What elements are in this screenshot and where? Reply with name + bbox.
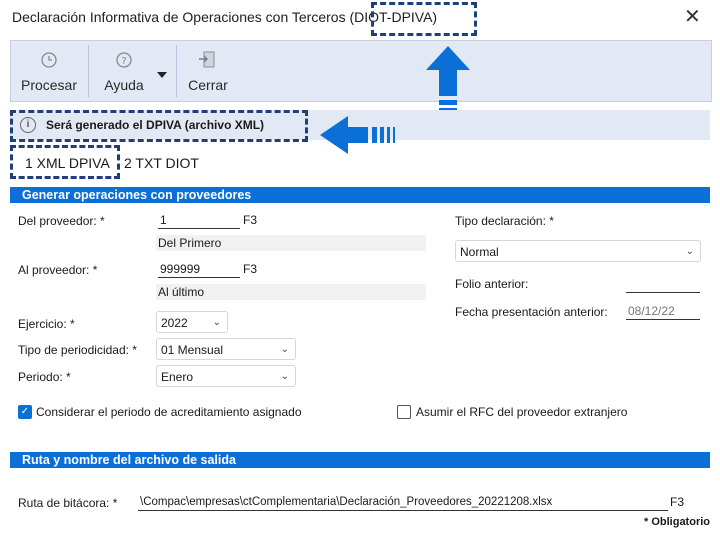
rfc-extranjero-label[interactable]: Asumir el RFC del proveedor extranjero <box>416 405 627 419</box>
close-icon[interactable]: ✕ <box>684 4 701 29</box>
chevron-down-icon: ⌄ <box>685 246 694 257</box>
annotation-highlight-info <box>10 110 308 142</box>
annotation-highlight-title <box>371 2 477 36</box>
tipo-declaracion-select[interactable]: Normal ⌄ <box>455 240 701 262</box>
folio-anterior-input[interactable] <box>626 275 700 293</box>
rfc-extranjero-checkbox[interactable] <box>397 405 411 419</box>
tipo-periodicidad-label: Tipo de periodicidad: * <box>18 343 137 357</box>
acreditamiento-label[interactable]: Considerar el periodo de acreditamiento … <box>36 405 302 419</box>
acreditamiento-checkbox[interactable]: ✓ <box>18 405 32 419</box>
ejercicio-value: 2022 <box>161 316 188 330</box>
toolbar-divider <box>88 45 89 97</box>
ejercicio-label: Ejercicio: * <box>18 317 75 331</box>
tipo-declaracion-value: Normal <box>460 245 499 259</box>
periodo-value: Enero <box>161 370 194 384</box>
ejercicio-select[interactable]: 2022 ⌄ <box>156 311 228 333</box>
chevron-down-icon: ⌄ <box>280 371 289 382</box>
exit-door-icon <box>197 51 219 69</box>
ruta-bitacora-input[interactable]: \Compac\empresas\ctComplementaria\Declar… <box>138 493 668 511</box>
cerrar-button[interactable]: Cerrar <box>179 41 237 101</box>
al-proveedor-f3-button[interactable]: F3 <box>243 262 257 276</box>
al-proveedor-desc: Al último <box>158 285 205 299</box>
ayuda-label: Ayuda <box>104 77 144 93</box>
toolbar: Procesar ? Ayuda Cerrar <box>10 40 712 102</box>
fecha-presentacion-label: Fecha presentación anterior: <box>455 305 608 319</box>
del-proveedor-f3-button[interactable]: F3 <box>243 213 257 227</box>
section-header-ruta: Ruta y nombre del archivo de salida <box>10 452 710 468</box>
ayuda-button[interactable]: ? Ayuda <box>91 41 175 101</box>
procesar-button[interactable]: Procesar <box>11 41 87 101</box>
annotation-highlight-tab <box>10 145 120 179</box>
chevron-down-icon: ⌄ <box>212 317 221 328</box>
periodo-select[interactable]: Enero ⌄ <box>156 365 296 387</box>
svg-text:?: ? <box>121 56 126 67</box>
tab-txt-diot[interactable]: 2 TXT DIOT <box>124 150 199 176</box>
tipo-periodicidad-select[interactable]: 01 Mensual ⌄ <box>156 338 296 360</box>
toolbar-divider <box>176 45 177 97</box>
tipo-declaracion-label: Tipo declaración: * <box>455 214 554 228</box>
del-proveedor-desc: Del Primero <box>158 236 222 250</box>
fecha-presentacion-input[interactable]: 08/12/22 <box>626 302 700 320</box>
cerrar-label: Cerrar <box>188 77 228 93</box>
arrow-left-icon <box>318 114 406 159</box>
del-proveedor-label: Del proveedor: * <box>18 214 105 228</box>
periodo-label: Periodo: * <box>18 370 71 384</box>
del-proveedor-input[interactable]: 1 <box>158 211 240 229</box>
tipo-periodicidad-value: 01 Mensual <box>161 343 224 357</box>
ruta-bitacora-f3-button[interactable]: F3 <box>670 495 684 509</box>
clock-icon <box>38 51 60 69</box>
folio-anterior-label: Folio anterior: <box>455 277 529 291</box>
al-proveedor-label: Al proveedor: * <box>18 263 98 277</box>
ruta-bitacora-label: Ruta de bitácora: * <box>18 496 118 510</box>
required-note: * Obligatorio <box>644 516 710 528</box>
chevron-down-icon: ⌄ <box>280 344 289 355</box>
section-header-operaciones: Generar operaciones con proveedores <box>10 187 710 203</box>
help-icon: ? <box>113 51 135 69</box>
chevron-down-icon[interactable] <box>157 67 167 81</box>
procesar-label: Procesar <box>20 77 78 93</box>
al-proveedor-input[interactable]: 999999 <box>158 260 240 278</box>
